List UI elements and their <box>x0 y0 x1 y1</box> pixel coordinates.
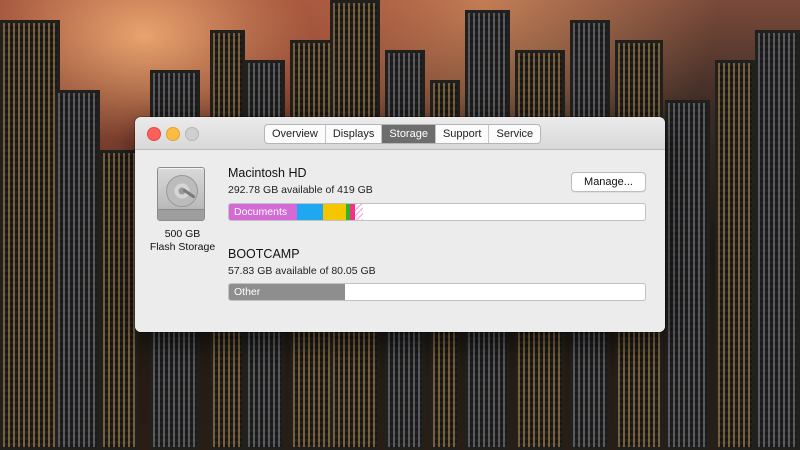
volume-available-bootcamp: 57.83 GB available of 80.05 GB <box>228 265 376 277</box>
zoom-button[interactable] <box>185 127 199 141</box>
disk-caption: 500 GB Flash Storage <box>135 228 230 254</box>
storage-segment[interactable]: Documents <box>229 204 297 220</box>
volume-name-bootcamp: BOOTCAMP <box>228 247 300 261</box>
tab-bar: Overview Displays Storage Support Servic… <box>264 124 542 144</box>
storage-segment-label: Other <box>234 286 261 298</box>
hard-drive-icon <box>157 167 205 221</box>
storage-segment[interactable] <box>355 204 363 220</box>
tab-storage[interactable]: Storage <box>382 125 436 143</box>
about-this-mac-window: Overview Displays Storage Support Servic… <box>135 117 665 332</box>
volume-available-macintosh-hd: 292.78 GB available of 419 GB <box>228 184 373 196</box>
storage-segment[interactable] <box>297 204 323 220</box>
storage-segment[interactable]: Other <box>229 284 345 300</box>
title-bar[interactable]: Overview Displays Storage Support Servic… <box>135 117 665 150</box>
storage-segment-label: Documents <box>234 206 288 218</box>
tab-overview[interactable]: Overview <box>265 125 326 143</box>
close-button[interactable] <box>147 127 161 141</box>
tab-support[interactable]: Support <box>436 125 490 143</box>
tab-service[interactable]: Service <box>489 125 540 143</box>
disk-type: Flash Storage <box>149 241 216 253</box>
storage-bar-bootcamp[interactable]: Other <box>228 283 646 301</box>
minimize-button[interactable] <box>166 127 180 141</box>
disk-capacity: 500 GB <box>164 228 201 240</box>
storage-bar-macintosh-hd[interactable]: Documents <box>228 203 646 221</box>
storage-pane: 500 GB Flash Storage Macintosh HD 292.78… <box>135 150 665 332</box>
tab-displays[interactable]: Displays <box>326 125 383 143</box>
manage-button[interactable]: Manage... <box>571 172 646 192</box>
storage-segment[interactable] <box>323 204 346 220</box>
volume-name-macintosh-hd: Macintosh HD <box>228 166 307 180</box>
